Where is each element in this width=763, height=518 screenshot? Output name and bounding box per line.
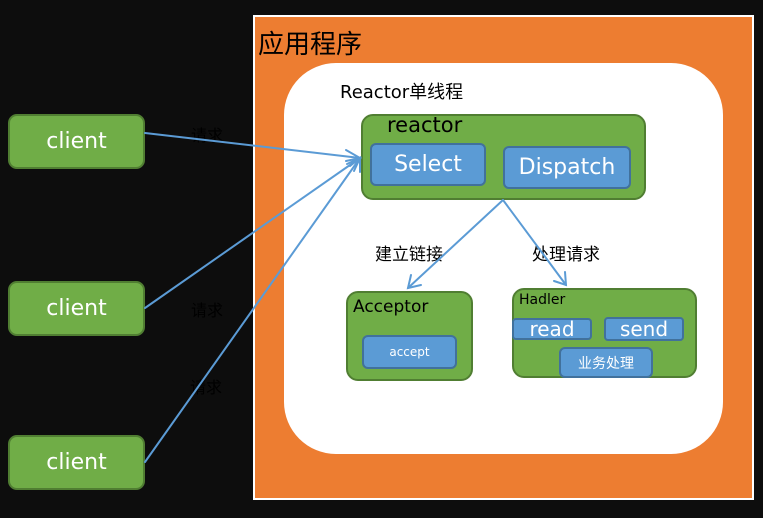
select-label: Select	[394, 152, 462, 177]
edge-label-request-1: 请求	[191, 126, 224, 145]
reactor-single-thread-title: Reactor单线程	[340, 82, 464, 103]
client-node-2[interactable]: client	[8, 281, 145, 336]
send-label: send	[619, 317, 669, 341]
client-label: client	[46, 296, 107, 321]
application-title: 应用程序	[258, 30, 363, 60]
client-label: client	[46, 450, 107, 475]
handler-label: Hadler	[519, 292, 566, 308]
send-node[interactable]: send	[604, 317, 684, 341]
edge-label-establish-connection: 建立链接	[375, 245, 443, 265]
read-label: read	[529, 317, 575, 341]
client-node-3[interactable]: client	[8, 435, 145, 490]
edge-label-request-3: 请求	[190, 378, 223, 397]
accept-label: accept	[389, 345, 430, 359]
client-node-1[interactable]: client	[8, 114, 145, 169]
business-logic-label: 业务处理	[578, 355, 634, 372]
select-node[interactable]: Select	[370, 143, 486, 186]
edge-label-handle-request: 处理请求	[532, 245, 600, 265]
acceptor-label: Acceptor	[353, 297, 429, 317]
accept-node[interactable]: accept	[362, 335, 457, 369]
dispatch-node[interactable]: Dispatch	[503, 146, 631, 189]
dispatch-label: Dispatch	[518, 155, 616, 180]
reactor-label: reactor	[387, 113, 463, 137]
client-label: client	[46, 129, 107, 154]
business-logic-node[interactable]: 业务处理	[559, 347, 653, 378]
edge-label-request-2: 请求	[191, 301, 224, 320]
read-node[interactable]: read	[512, 317, 592, 341]
